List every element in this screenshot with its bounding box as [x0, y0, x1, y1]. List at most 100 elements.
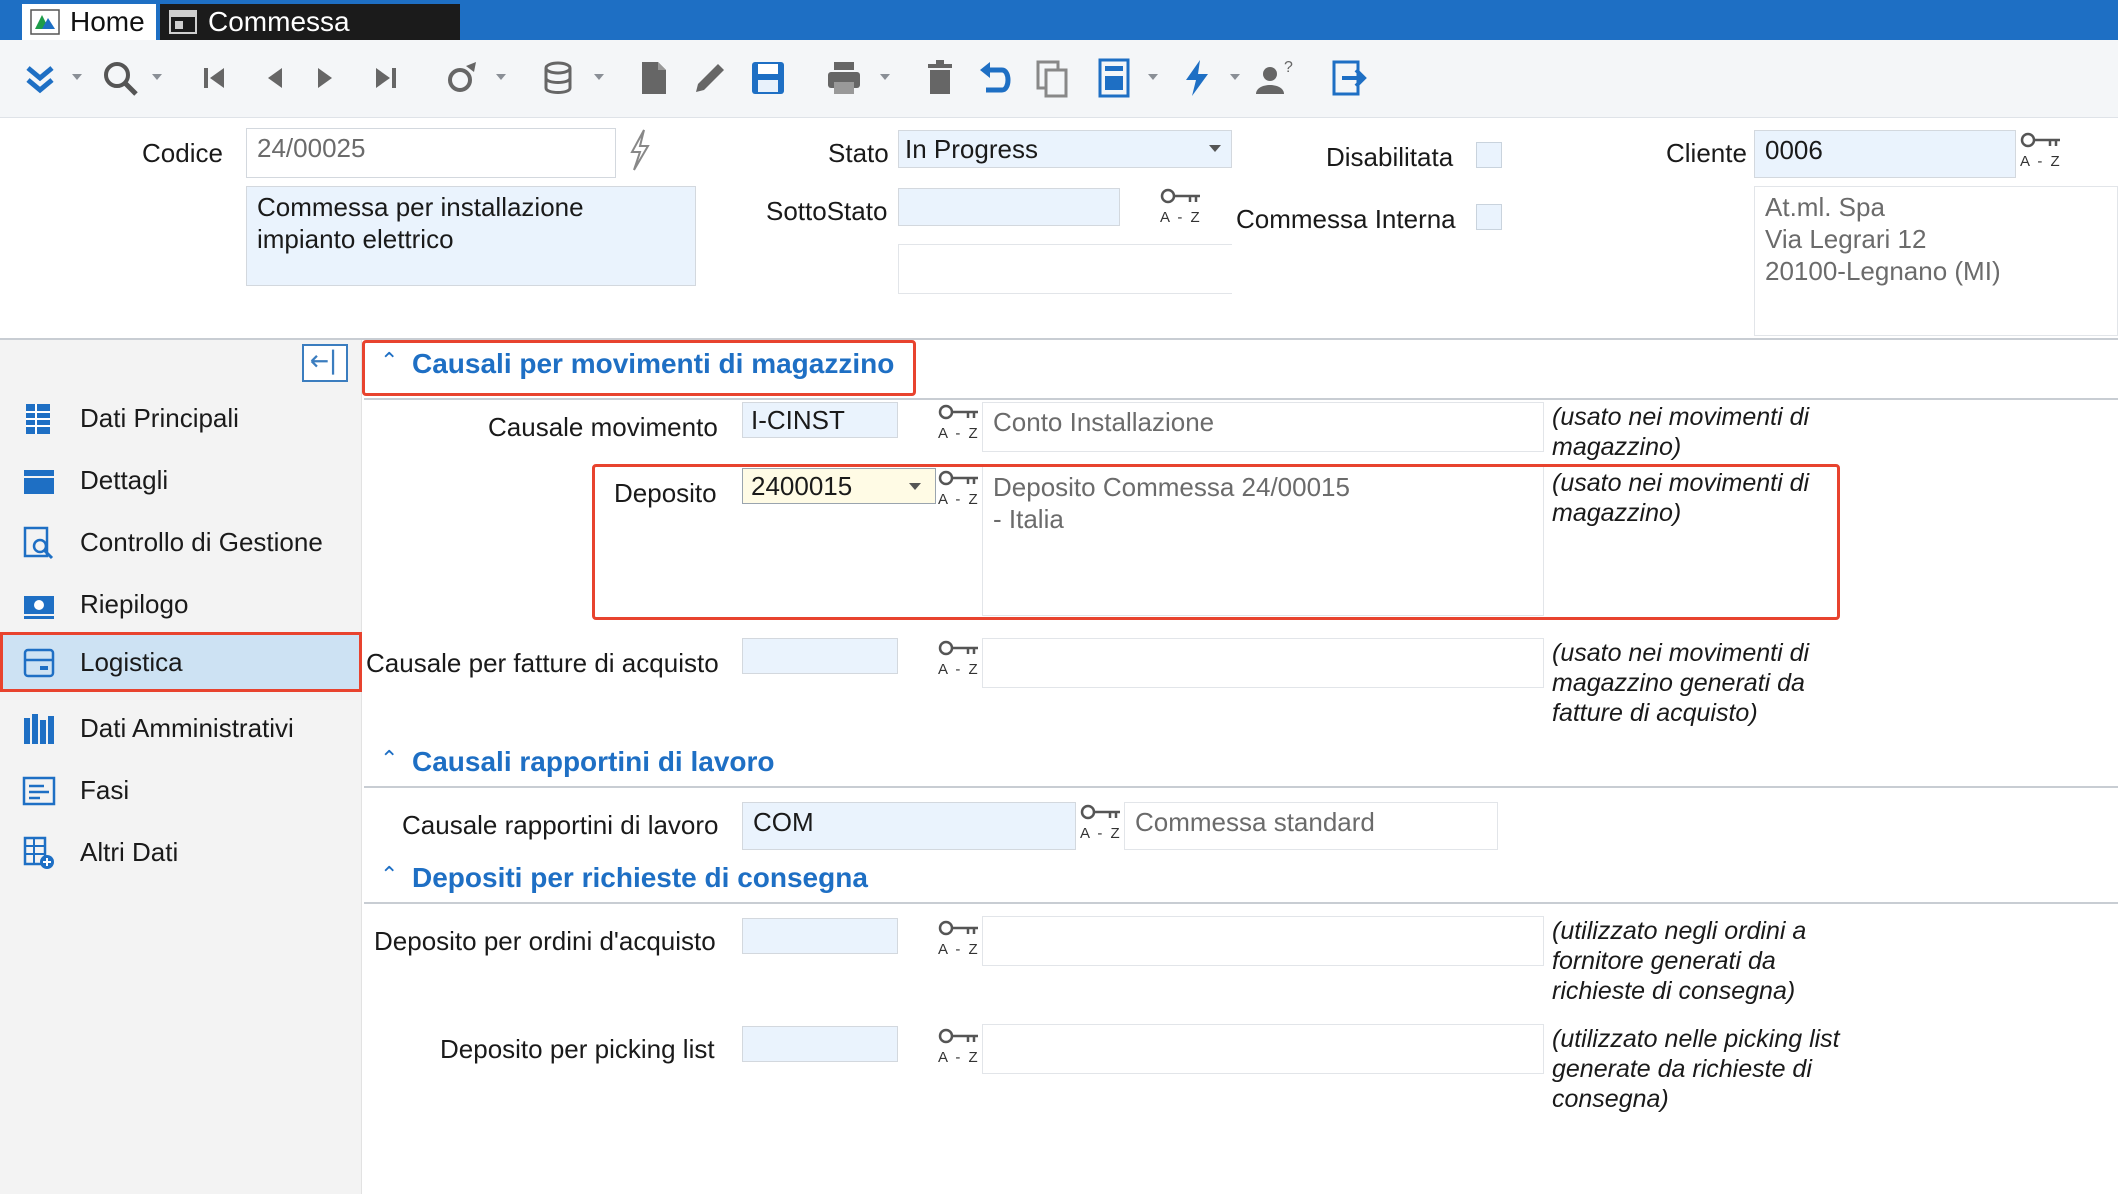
causale-fatture-select[interactable]: [742, 638, 898, 674]
lightning-icon[interactable]: [1174, 56, 1218, 100]
sottostato-select[interactable]: [898, 188, 1120, 226]
expand-dropdown-caret[interactable]: [72, 74, 82, 80]
database-icon[interactable]: [538, 56, 582, 100]
search-dropdown-caret[interactable]: [152, 74, 162, 80]
sottostato-description: [898, 244, 1232, 294]
cliente-city: 20100-Legnano (MI): [1765, 256, 2001, 286]
codice-field[interactable]: 24/00025: [246, 128, 616, 178]
sidebar-item-altri-dati[interactable]: Altri Dati: [0, 822, 362, 882]
stato-select[interactable]: In Progress: [898, 130, 1232, 168]
deposito-picking-note: (utilizzato nelle picking list generate …: [1552, 1025, 1840, 1113]
undo-icon[interactable]: [974, 56, 1018, 100]
folder-icon: [24, 470, 54, 494]
section-causali-rapportini[interactable]: ⌃ Causali rapportini di lavoro: [364, 740, 2118, 788]
first-icon[interactable]: [192, 56, 236, 100]
form-icon[interactable]: [1092, 56, 1136, 100]
sidebar-item-label: Altri Dati: [80, 837, 179, 867]
form-dropdown-caret[interactable]: [1148, 74, 1158, 80]
deposito-ordini-note: (utilizzato negli ordini a fornitore gen…: [1552, 917, 1807, 1005]
causale-movimento-note: (usato nei movimenti di magazzino): [1552, 403, 1810, 461]
description-field[interactable]: Commessa per installazione impianto elet…: [246, 186, 696, 286]
lightning-small-icon[interactable]: [626, 128, 652, 172]
az-label: A - Z: [938, 1049, 980, 1066]
section-collapse-icon[interactable]: ⌃: [380, 746, 398, 772]
print-icon[interactable]: [822, 56, 866, 100]
key-icon: [938, 920, 978, 936]
deposito-picking-label: Deposito per picking list: [440, 1034, 715, 1064]
sidebar-item-logistica[interactable]: Logistica: [0, 632, 362, 692]
deposito-picking-select[interactable]: [742, 1026, 898, 1062]
commessa-interna-checkbox[interactable]: [1476, 204, 1502, 230]
deposito-picking-lookup[interactable]: A - Z: [938, 1026, 982, 1068]
highlight-deposito-row: [592, 464, 1840, 620]
delete-icon[interactable]: [918, 56, 962, 100]
exit-icon[interactable]: [1326, 56, 1370, 100]
sidebar-item-label: Dettagli: [80, 465, 169, 495]
causale-movimento-select[interactable]: I-CINST: [742, 402, 898, 438]
lightning-dropdown-caret[interactable]: [1230, 74, 1240, 80]
cliente-field[interactable]: 0006: [1754, 130, 2016, 178]
causale-rapportini-label: Causale rapportini di lavoro: [402, 810, 719, 840]
expand-icon[interactable]: [18, 56, 62, 100]
box-icon: [23, 648, 55, 678]
cliente-lookup[interactable]: A - Z: [2020, 130, 2064, 172]
causale-rapportini-lookup[interactable]: A - Z: [1080, 802, 1124, 844]
sidebar-item-dati-amministrativi[interactable]: Dati Amministrativi: [0, 698, 362, 758]
az-label: A - Z: [938, 661, 980, 678]
section-depositi-consegna[interactable]: ⌃ Depositi per richieste di consegna: [364, 856, 2118, 904]
sidebar-item-label: Fasi: [80, 775, 130, 805]
deposito-ordini-label: Deposito per ordini d'acquisto: [374, 926, 716, 956]
table-icon: [26, 404, 50, 434]
deposito-picking-description: [982, 1024, 1544, 1074]
sottostato-lookup[interactable]: A - Z: [1160, 186, 1204, 228]
new-document-icon[interactable]: [632, 56, 676, 100]
tab-commessa-standard[interactable]: Commessa Standard: [160, 4, 460, 73]
tools-dropdown-caret[interactable]: [496, 74, 506, 80]
last-icon[interactable]: [364, 56, 408, 100]
edit-icon[interactable]: [688, 56, 732, 100]
tab-home[interactable]: Home: [22, 4, 156, 40]
sidebar-item-fasi[interactable]: Fasi: [0, 760, 362, 820]
causale-movimento-lookup[interactable]: A - Z: [938, 402, 982, 444]
stato-dropdown-caret[interactable]: [1209, 145, 1221, 152]
sidebar-item-label: Controllo di Gestione: [80, 527, 323, 557]
list-icon: [22, 776, 56, 806]
stato-label: Stato: [828, 138, 889, 168]
deposito-ordini-select[interactable]: [742, 918, 898, 954]
home-app-icon: [30, 9, 60, 35]
database-dropdown-caret[interactable]: [594, 74, 604, 80]
section-divider: [364, 398, 2118, 400]
disabilitata-checkbox[interactable]: [1476, 142, 1502, 168]
causale-movimento-value: I-CINST: [751, 405, 845, 435]
causale-rapportini-field[interactable]: COM: [742, 802, 1076, 850]
section-collapse-icon[interactable]: ⌃: [380, 862, 398, 888]
next-icon[interactable]: [304, 56, 348, 100]
deposito-ordini-lookup[interactable]: A - Z: [938, 918, 982, 960]
sidebar-item-controllo-di-gestione[interactable]: Controllo di Gestione: [0, 512, 362, 572]
sidebar-item-label: Riepilogo: [80, 589, 189, 619]
sidebar-item-dati-principali[interactable]: Dati Principali: [0, 388, 362, 448]
sidebar-collapse-button[interactable]: [302, 344, 348, 382]
search-icon[interactable]: [98, 56, 142, 100]
copy-icon[interactable]: [1030, 56, 1074, 100]
az-label: A - Z: [2020, 153, 2062, 170]
user-help-icon[interactable]: ?: [1252, 56, 1296, 100]
prev-icon[interactable]: [252, 56, 296, 100]
sidebar-item-label: Logistica: [80, 647, 183, 677]
commessa-interna-label: Commessa Interna: [1236, 204, 1456, 234]
svg-text:?: ?: [1284, 59, 1293, 76]
sidebar-item-dettagli[interactable]: Dettagli: [0, 450, 362, 510]
cliente-address-box: At.ml. Spa Via Legrari 12 20100-Legnano …: [1754, 186, 2118, 336]
sidebar-item-riepilogo[interactable]: Riepilogo: [0, 574, 362, 634]
tab-home-label: Home: [70, 6, 145, 37]
tools-icon[interactable]: [440, 56, 484, 100]
az-label: A - Z: [1080, 825, 1122, 842]
causale-fatture-lookup[interactable]: A - Z: [938, 638, 982, 680]
sidebar: Dati Principali Dettagli Controllo di Ge…: [0, 340, 362, 1194]
toolbar: ?: [0, 40, 2118, 118]
causale-rapportini-description: Commessa standard: [1124, 802, 1498, 850]
section-title: Depositi per richieste di consegna: [412, 862, 868, 893]
print-dropdown-caret[interactable]: [880, 74, 890, 80]
highlight-section-title: [362, 340, 916, 396]
save-icon[interactable]: [746, 56, 790, 100]
